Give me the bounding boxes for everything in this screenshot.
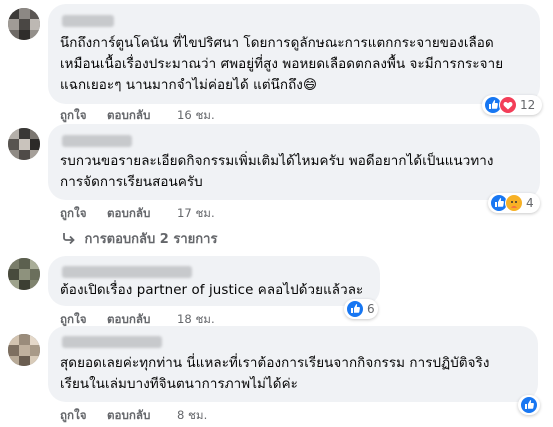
comment-timestamp[interactable]: 17 ชม.	[177, 205, 215, 223]
reaction-count: 6	[367, 302, 375, 316]
commenter-name[interactable]	[62, 15, 114, 27]
comment-bubble: รบกวนขอรายละเอียดกิจกรรมเพิ่มเติมได้ไหมค…	[48, 124, 540, 200]
comment-text-line: รบกวนขอรายละเอียดกิจกรรมเพิ่มเติมได้ไหมค…	[60, 154, 494, 169]
reaction-count: 12	[520, 98, 536, 112]
avatar[interactable]	[8, 258, 40, 290]
comment-bubble: สุดยอดเลยค่ะทุกท่าน นี่แหละที่เราต้องการ…	[48, 326, 538, 402]
reply-button[interactable]: ตอบกลับ	[107, 407, 150, 425]
reaction-summary[interactable]: 4	[488, 193, 540, 213]
view-replies-label: การตอบกลับ 2 รายการ	[84, 232, 218, 247]
comment-actions: ถูกใจ ตอบกลับ 8 ชม.	[60, 407, 260, 423]
reaction-summary[interactable]: 12	[482, 95, 542, 115]
avatar[interactable]	[8, 334, 40, 366]
view-replies-link[interactable]: การตอบกลับ 2 รายการ	[62, 228, 217, 249]
comment-bubble: ต้องเปิดเรื่อง partner of justice คลอไปด…	[48, 256, 380, 306]
comment-timestamp[interactable]: 8 ชม.	[177, 407, 207, 425]
reply-button[interactable]: ตอบกลับ	[107, 205, 150, 223]
comment-text-line: เรียนในเล่มบางทีจินตนาการภาพไม่ได้ค่ะ	[60, 377, 298, 392]
comment-text-line: เหมือนเนื้อเรื่องประมาณว่า ศพอยู่ที่สูง …	[60, 57, 504, 72]
avatar[interactable]	[8, 8, 40, 40]
like-reaction-icon	[346, 300, 364, 318]
comment-text-line: การจัดการเรียนสอนครับ	[60, 175, 203, 190]
comment-actions: ถูกใจ ตอบกลับ 18 ชม.	[60, 311, 260, 327]
reaction-summary[interactable]: 6	[344, 299, 378, 319]
commenter-name[interactable]	[62, 336, 162, 348]
comment-timestamp[interactable]: 16 ชม.	[177, 107, 215, 125]
like-reaction-icon	[520, 396, 538, 414]
commenter-name[interactable]	[62, 266, 192, 278]
reply-arrow-icon	[62, 231, 76, 249]
reaction-count: 4	[526, 196, 534, 210]
comment-bubble: นึกถึงการ์ตูนโคนัน ที่ไขปริศนา โดยการดูล…	[48, 4, 540, 104]
comment-text-line: ต้องเปิดเรื่อง partner of justice คลอไปด…	[60, 283, 364, 298]
comment-text-line: แฉกเยอะๆ นานมากจำไม่ค่อยได้ แต่นึกถึง😄	[60, 78, 317, 93]
like-button[interactable]: ถูกใจ	[60, 205, 87, 223]
love-reaction-icon	[499, 96, 517, 114]
comment-actions: ถูกใจ ตอบกลับ 17 ชม.	[60, 205, 260, 221]
avatar[interactable]	[8, 128, 40, 160]
comment-actions: ถูกใจ ตอบกลับ 16 ชม.	[60, 107, 260, 123]
reply-button[interactable]: ตอบกลับ	[107, 107, 150, 125]
comment-text-line: นึกถึงการ์ตูนโคนัน ที่ไขปริศนา โดยการดูล…	[60, 36, 494, 51]
commenter-name[interactable]	[62, 135, 132, 147]
like-button[interactable]: ถูกใจ	[60, 407, 87, 425]
reaction-summary[interactable]	[518, 395, 540, 415]
comment-text-line: สุดยอดเลยค่ะทุกท่าน นี่แหละที่เราต้องการ…	[60, 356, 490, 371]
care-reaction-icon	[505, 194, 523, 212]
like-button[interactable]: ถูกใจ	[60, 107, 87, 125]
